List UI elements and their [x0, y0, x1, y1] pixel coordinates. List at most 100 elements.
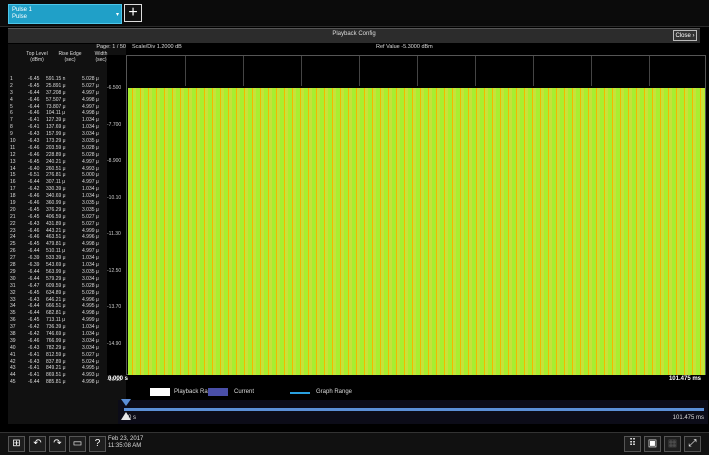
top-level-cell: -6.45: [28, 206, 40, 213]
row-index: 38: [10, 330, 16, 337]
rise-edge-cell: 307.11 μ: [46, 179, 66, 186]
dialog-title: Playback Config: [332, 31, 376, 37]
row-index: 1: [10, 76, 13, 82]
top-level-cell: -6.44: [28, 310, 40, 317]
tab-subtitle: Pulse: [12, 14, 28, 20]
rise-edge-cell: 591.15 n: [46, 76, 66, 82]
top-level-cell: -6.44: [28, 275, 40, 282]
width-cell: 1.034 μ: [82, 330, 99, 337]
row-index: 8: [10, 124, 13, 131]
row-index: 21: [10, 213, 16, 220]
width-cell: 3.035 μ: [82, 206, 99, 213]
width-cell: 1.034 μ: [82, 255, 99, 262]
tab-pulse[interactable]: Pulse 1 Pulse ▾: [8, 4, 122, 24]
rise-edge-cell: 885.81 μ: [46, 379, 66, 386]
rise-edge-cell: 240.21 μ: [46, 158, 66, 165]
width-cell: 1.034 μ: [82, 117, 99, 124]
add-tab-button[interactable]: +: [124, 4, 142, 22]
fullscreen-button[interactable]: ⤢: [684, 436, 701, 452]
graph-range-line: [290, 392, 310, 394]
scroller-end-label: 101.475 ms: [672, 415, 704, 421]
width-cell: 4.997 μ: [82, 103, 99, 110]
width-cell: 5.028 μ: [82, 151, 99, 158]
graph-range-label: Graph Range: [316, 389, 353, 395]
width-cell: 3.035 μ: [82, 138, 99, 145]
date: Feb 23, 2017: [108, 436, 144, 442]
gridline: [301, 56, 302, 86]
gridline: [649, 56, 650, 86]
width-cell: 3.034 μ: [82, 337, 99, 344]
gridline: [533, 56, 534, 86]
y-tick-label: -8.900: [107, 158, 122, 164]
range-track[interactable]: [124, 408, 704, 411]
width-cell: 4.993 μ: [82, 165, 99, 172]
row-index: 36: [10, 317, 16, 324]
width-cell: 3.034 μ: [82, 275, 99, 282]
row-index: 3: [10, 89, 13, 96]
playback-range-scroller[interactable]: 0 s 101.475 ms: [118, 399, 708, 424]
undo-button[interactable]: ↶: [29, 436, 46, 452]
width-cell: 1.034 μ: [82, 186, 99, 193]
gridline: [243, 56, 244, 86]
row-index: 23: [10, 227, 16, 234]
top-level-cell: -6.43: [28, 138, 40, 145]
range-start-handle[interactable]: [121, 399, 131, 406]
width-cell: 5.027 μ: [82, 220, 99, 227]
grid-button[interactable]: ▦: [664, 436, 681, 452]
width-cell: 4.996 μ: [82, 296, 99, 303]
top-level-cell: -6.45: [28, 82, 40, 89]
width-cell: 3.035 μ: [82, 268, 99, 275]
rise-edge-cell: 812.59 μ: [46, 351, 66, 358]
row-index: 37: [10, 324, 16, 331]
row-index: 24: [10, 234, 16, 241]
top-level-cell: -6.46: [28, 110, 40, 117]
range-legend: Playback Range Current Graph Range: [126, 386, 708, 400]
y-tick-label: -6.500: [107, 85, 122, 91]
row-index: 25: [10, 241, 16, 248]
top-level-cell: -6.46: [28, 96, 40, 103]
width-cell: 4.997 μ: [82, 158, 99, 165]
pulse-plot[interactable]: -6.500 -7.700 -8.900 -10.10 -11.30 -12.50 -13.…: [107, 55, 707, 383]
rise-edge-cell: 634.89 μ: [46, 289, 66, 296]
row-index: 16: [10, 179, 16, 186]
y-tick-label: -14.90: [107, 340, 122, 347]
plot-header: Scale/Div 1.2000 dB Ref Value -5.3000 dB…: [126, 44, 708, 54]
keypad-button[interactable]: ⠿: [624, 436, 641, 452]
close-button[interactable]: Close ›: [673, 30, 697, 41]
rise-edge-cell: 682.81 μ: [46, 310, 66, 317]
page-indicator: Page: 1 / 50: [96, 44, 126, 50]
touch-button[interactable]: ▣: [644, 436, 661, 452]
rise-edge-cell: 276.81 μ: [46, 172, 66, 179]
width-cell: 4.999 μ: [82, 317, 99, 324]
top-level-cell: -6.47: [28, 282, 40, 289]
top-level-cell: -6.44: [28, 303, 40, 310]
x-axis-start: 0.000 s: [108, 376, 129, 382]
top-level-cell: -6.40: [28, 165, 40, 172]
top-level-cell: -6.42: [28, 324, 40, 331]
row-index: 44: [10, 372, 16, 379]
width-cell: 4.997 μ: [82, 179, 99, 186]
row-index: 22: [10, 220, 16, 227]
top-level-cell: -6.46: [28, 227, 40, 234]
chevron-down-icon[interactable]: ▾: [116, 12, 119, 19]
top-level-cell: -6.41: [28, 365, 40, 372]
rise-edge-cell: 25.891 μ: [46, 82, 66, 89]
top-level-cell: -6.45: [28, 317, 40, 324]
help-button[interactable]: ?: [89, 436, 106, 452]
windows-start-button[interactable]: ⊞: [8, 436, 25, 452]
gridline: [359, 56, 360, 86]
row-index: 40: [10, 344, 16, 351]
rise-edge-cell: 431.89 μ: [46, 220, 66, 227]
top-level-cell: -6.46: [28, 200, 40, 207]
redo-button[interactable]: ↷: [49, 436, 66, 452]
y-tick-label: -12.50: [107, 267, 122, 274]
row-index: 39: [10, 337, 16, 344]
top-level-cell: -6.45: [28, 158, 40, 165]
top-level-cell: -6.41: [28, 351, 40, 358]
folder-button[interactable]: ▭: [69, 436, 86, 452]
width-cell: 5.028 μ: [82, 289, 99, 296]
x-axis-end: 101.475 ms: [668, 376, 701, 382]
rise-edge-cell: 782.29 μ: [46, 344, 66, 351]
width-cell: 4.998 μ: [82, 96, 99, 103]
rise-edge-cell: 37.208 μ: [46, 89, 66, 96]
